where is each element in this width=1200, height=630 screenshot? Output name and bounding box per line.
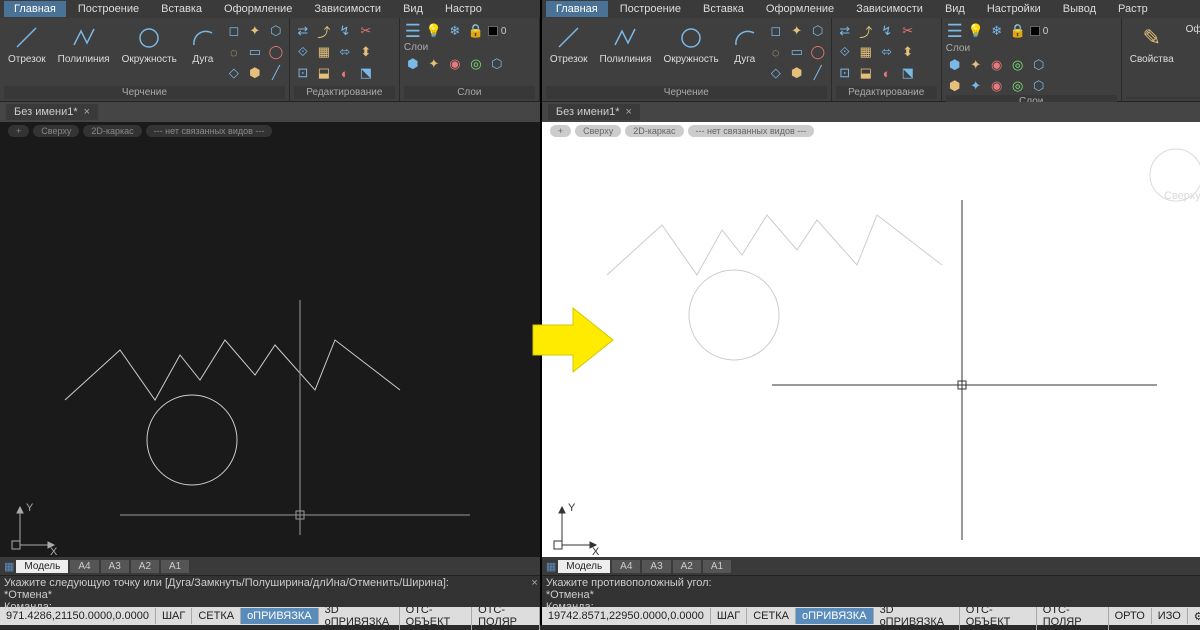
- menu-tab-build[interactable]: Построение: [68, 1, 149, 17]
- view-cube[interactable]: Сверху: [1146, 145, 1200, 205]
- tab-a3[interactable]: A3: [101, 560, 129, 573]
- model-layout-tabs[interactable]: ▦ Модель A4 A3 A2 A1: [542, 557, 1200, 575]
- tool-circle[interactable]: Окружность: [659, 22, 722, 67]
- doc-tab[interactable]: Без имени1*×: [548, 104, 640, 120]
- menu-tab-format[interactable]: Оформление: [214, 1, 302, 17]
- edit-tools[interactable]: ⇄⤴↯✂ ⟐▦⬄⬍ ⊡⬓◐⬔: [294, 22, 375, 82]
- ucs-icon: YX: [552, 497, 602, 547]
- layers-icon[interactable]: ☰: [404, 22, 422, 40]
- tool-polyline[interactable]: Полилиния: [596, 22, 656, 67]
- tab-a4[interactable]: A4: [70, 560, 98, 573]
- drawing-canvas-light[interactable]: Сверху YX: [542, 140, 1200, 557]
- view-wireframe[interactable]: 2D-каркас: [83, 125, 141, 137]
- view-options[interactable]: + Сверху 2D-каркас --- нет связанных вид…: [0, 122, 540, 140]
- cmd-close-icon[interactable]: ×: [531, 577, 537, 589]
- edit-tools[interactable]: ⇄⤴↯✂ ⟐▦⬄⬍ ⊡⬓◐⬔: [836, 22, 917, 82]
- close-icon[interactable]: ×: [626, 106, 632, 118]
- tool-arc[interactable]: Дуга: [185, 22, 221, 67]
- menu-bar[interactable]: Главная Построение Вставка Оформление За…: [0, 0, 540, 18]
- svg-text:X: X: [592, 546, 600, 557]
- tool-arc[interactable]: Дуга: [727, 22, 763, 67]
- group-layers-label: Слои: [404, 86, 535, 99]
- command-line[interactable]: × Укажите противоположный угол: *Отмена*…: [542, 575, 1200, 607]
- doc-tabs[interactable]: Без имени1*×: [542, 102, 1200, 122]
- tool-circle[interactable]: Окружность: [118, 22, 181, 67]
- view-linked[interactable]: --- нет связанных видов ---: [146, 125, 273, 137]
- doc-tabs[interactable]: Без имени1*×: [0, 102, 540, 122]
- tab-a1[interactable]: A1: [161, 560, 189, 573]
- layers-icon[interactable]: ☰: [946, 22, 964, 40]
- menu-tab-deps[interactable]: Зависимости: [304, 1, 391, 17]
- menu-tab-view[interactable]: Вид: [393, 1, 433, 17]
- color-swatch[interactable]: [488, 26, 498, 36]
- view-options[interactable]: + Сверху 2D-каркас --- нет связанных вид…: [542, 122, 1200, 140]
- draw-small-tools[interactable]: ◻✦⬡ ◌▭◯ ◇⬢╱: [767, 22, 827, 82]
- tab-model[interactable]: Модель: [16, 560, 68, 573]
- menu-tab-home[interactable]: Главная: [546, 1, 608, 17]
- tab-a2[interactable]: A2: [131, 560, 159, 573]
- svg-text:X: X: [50, 546, 58, 557]
- tool-polyline[interactable]: Полилиния: [54, 22, 114, 67]
- layer-tools[interactable]: ⬢✦◉◎⬡: [404, 55, 506, 73]
- ribbon: Отрезок Полилиния Окружность Дуга ◻✦⬡ ◌▭…: [542, 18, 1200, 102]
- close-icon[interactable]: ×: [84, 106, 90, 118]
- menu-tab-home[interactable]: Главная: [4, 1, 66, 17]
- drawing-canvas-dark[interactable]: YX: [0, 140, 540, 557]
- tool-line[interactable]: Отрезок: [4, 22, 50, 67]
- transition-arrow-icon: [528, 300, 618, 380]
- ribbon: Отрезок Полилиния Окружность Дуга ◻✦⬡ ◌▭…: [0, 18, 540, 102]
- svg-text:Y: Y: [26, 502, 34, 514]
- view-top[interactable]: Сверху: [33, 125, 79, 137]
- group-draw-label: Черчение: [4, 86, 285, 99]
- model-layout-tabs[interactable]: ▦ Модель A4 A3 A2 A1: [0, 557, 540, 575]
- tool-properties[interactable]: ✎Свойства: [1126, 22, 1178, 67]
- draw-small-tools[interactable]: ◻✦⬡ ◌▭◯ ◇⬢╱: [225, 22, 285, 82]
- group-edit-label: Редактирование: [294, 86, 395, 99]
- svg-text:Сверху: Сверху: [1164, 190, 1200, 202]
- tool-line[interactable]: Отрезок: [546, 22, 592, 67]
- command-line[interactable]: × Укажите следующую точку или [Дуга/Замк…: [0, 575, 540, 607]
- ucs-icon: YX: [10, 497, 60, 547]
- menu-bar[interactable]: Главная Построение Вставка Оформление За…: [542, 0, 1200, 18]
- menu-tab-insert[interactable]: Вставка: [151, 1, 212, 17]
- add-view[interactable]: +: [8, 125, 29, 137]
- menu-tab-settings[interactable]: Настро: [435, 1, 492, 17]
- doc-tab[interactable]: Без имени1*×: [6, 104, 98, 120]
- drawing-content: [542, 140, 1200, 557]
- drawing-content: [0, 140, 540, 557]
- svg-text:Y: Y: [568, 502, 576, 514]
